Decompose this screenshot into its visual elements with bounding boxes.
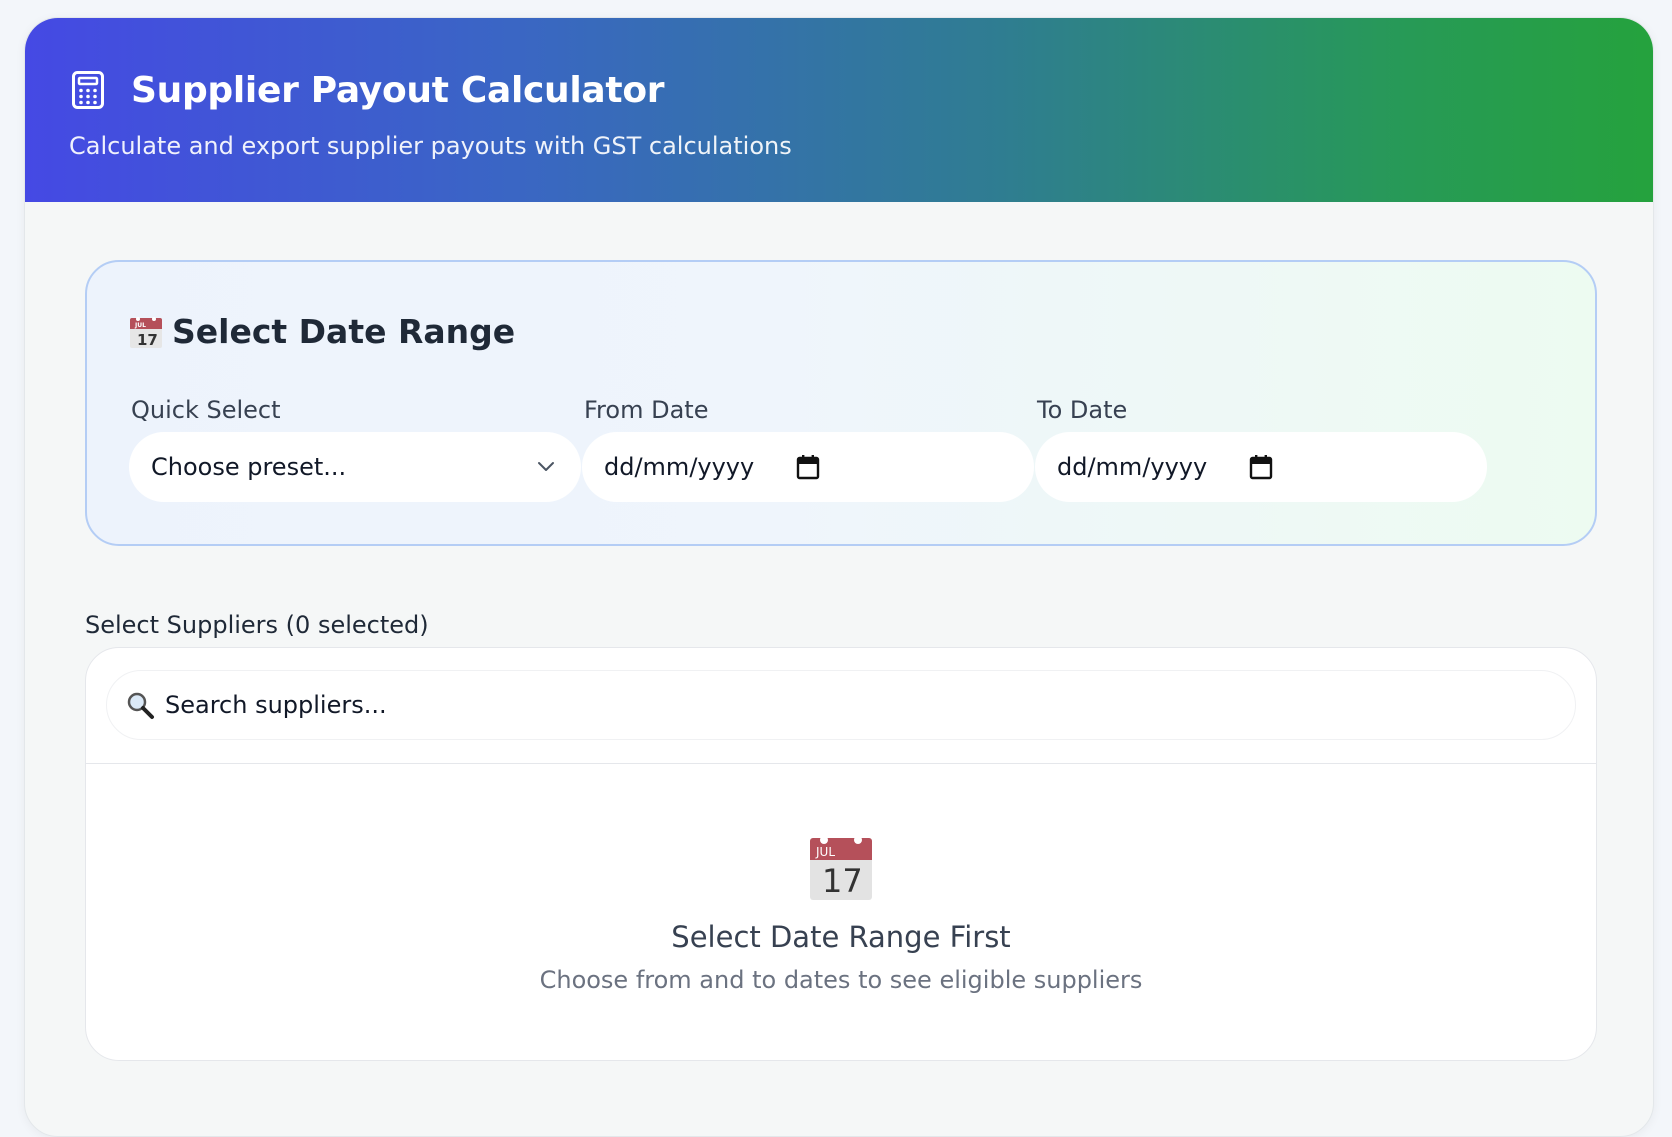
empty-state-description: Choose from and to dates to see eligible… [539,966,1143,994]
suppliers-label: Select Suppliers (0 selected) [85,611,429,639]
svg-text:JUL: JUL [815,845,835,859]
from-date-placeholder: dd/mm/yyyy [604,453,755,481]
date-range-panel: JUL 17 Select Date Range Quick Select Ch… [85,260,1597,546]
quick-select-dropdown[interactable]: Choose preset... [129,432,581,502]
from-date-field: From Date dd/mm/yyyy [582,396,1034,502]
payout-calculator-card: Supplier Payout Calculator Calculate and… [24,17,1654,1137]
quick-select-value: Choose preset... [151,453,347,481]
empty-state: JUL 17 Select Date Range First Choose fr… [86,832,1596,994]
empty-state-title: Select Date Range First [671,920,1011,954]
to-date-field: To Date dd/mm/yyyy [1035,396,1487,502]
page-title: Supplier Payout Calculator [131,69,665,111]
date-range-title: Select Date Range [172,312,516,351]
to-date-placeholder: dd/mm/yyyy [1057,453,1208,481]
svg-text:17: 17 [137,331,158,349]
search-input[interactable]: Search suppliers... [106,670,1576,740]
calculator-icon [72,71,104,109]
search-wrapper: Search suppliers... [86,648,1596,764]
svg-text:JUL: JUL [134,322,146,329]
suppliers-panel: Search suppliers... JUL 17 Select Date R… [85,647,1597,1061]
chevron-down-icon [538,462,554,471]
calendar-picker-icon[interactable] [796,454,820,480]
from-date-label: From Date [584,396,709,424]
search-placeholder: Search suppliers... [165,691,387,719]
to-date-input[interactable]: dd/mm/yyyy [1035,432,1487,502]
svg-text:17: 17 [822,862,863,900]
quick-select-label: Quick Select [131,396,281,424]
page-subtitle: Calculate and export supplier payouts wi… [69,132,792,160]
quick-select-field: Quick Select Choose preset... [129,396,581,502]
header: Supplier Payout Calculator Calculate and… [25,18,1653,202]
calendar-emoji-icon: JUL 17 [130,316,162,349]
calendar-emoji-icon: JUL 17 [810,836,872,900]
to-date-label: To Date [1037,396,1128,424]
header-title-row: Supplier Payout Calculator [69,62,1609,118]
date-range-heading: JUL 17 Select Date Range [129,312,515,351]
search-icon [127,692,154,719]
calendar-picker-icon[interactable] [1249,454,1273,480]
from-date-input[interactable]: dd/mm/yyyy [582,432,1034,502]
